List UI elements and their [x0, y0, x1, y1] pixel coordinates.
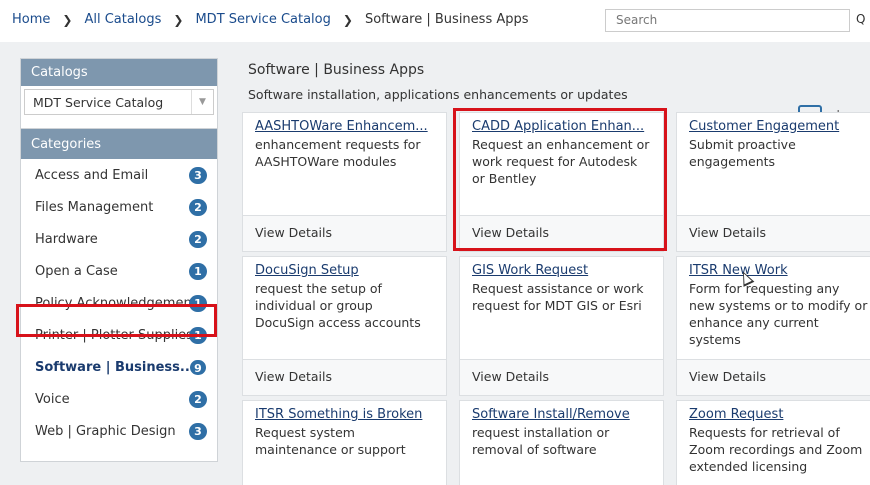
search-icon[interactable]: Q [849, 9, 870, 32]
catalog-card-gis-work-request[interactable]: GIS Work Request Request assistance or w… [459, 256, 664, 396]
category-count-badge: 1 [189, 295, 207, 312]
catalog-card-docusign[interactable]: DocuSign Setup request the setup of indi… [242, 256, 447, 396]
category-item-files-management[interactable]: Files Management 2 [21, 191, 217, 223]
chevron-right-icon: ❯ [173, 12, 184, 27]
page-title: Software | Business Apps [248, 62, 425, 78]
category-label: Open a Case [35, 263, 118, 279]
catalog-card-software-install-remove[interactable]: Software Install/Remove request installa… [459, 400, 664, 485]
category-count-badge: 2 [189, 231, 207, 248]
category-count-badge: 9 [189, 359, 207, 376]
catalog-card-zoom-request[interactable]: Zoom Request Requests for retrieval of Z… [676, 400, 870, 485]
breadcrumb-current: Software | Business Apps [364, 12, 529, 27]
card-description: enhancement requests for AASHTOWare modu… [255, 137, 421, 169]
category-label: Printer | Plotter Supplies [35, 327, 193, 343]
catalog-card-aashtoware[interactable]: AASHTOWare Enhancem... enhancement reque… [242, 112, 447, 252]
category-item-software-business-apps[interactable]: Software | Business... 9 [21, 351, 217, 383]
categories-panel: Categories Access and Email 3 Files Mana… [20, 128, 218, 462]
category-count-badge: 1 [189, 327, 207, 344]
chevron-right-icon: ❯ [62, 12, 73, 27]
breadcrumb-home[interactable]: Home [12, 12, 50, 27]
card-title[interactable]: DocuSign Setup [243, 257, 446, 278]
top-bar: Home ❯ All Catalogs ❯ MDT Service Catalo… [0, 0, 870, 42]
chevron-down-icon[interactable]: ▼ [191, 90, 213, 114]
card-description: Request system maintenance or support [255, 425, 406, 457]
catalog-card-customer-engagement[interactable]: Customer Engagement Submit proactive eng… [676, 112, 870, 252]
card-title[interactable]: GIS Work Request [460, 257, 663, 278]
category-item-access-and-email[interactable]: Access and Email 3 [21, 159, 217, 191]
view-details-button[interactable]: View Details [460, 215, 663, 251]
card-title[interactable]: CADD Application Enhan... [460, 113, 663, 134]
catalog-select[interactable]: MDT Service Catalog ▼ [24, 89, 214, 115]
card-description: Request assistance or work request for M… [472, 281, 644, 313]
breadcrumb-mdt-service-catalog[interactable]: MDT Service Catalog [195, 12, 330, 27]
category-label: Files Management [35, 199, 154, 215]
catalog-card-itsr-new-work[interactable]: ITSR New Work Form for requesting any ne… [676, 256, 870, 396]
category-count-badge: 2 [189, 199, 207, 216]
category-label: Web | Graphic Design [35, 423, 176, 439]
card-title[interactable]: Customer Engagement [677, 113, 870, 134]
category-item-voice[interactable]: Voice 2 [21, 383, 217, 415]
category-item-web-graphic-design[interactable]: Web | Graphic Design 3 [21, 415, 217, 447]
card-title[interactable]: Software Install/Remove [460, 401, 663, 422]
view-details-button[interactable]: View Details [677, 359, 870, 395]
chevron-right-icon: ❯ [342, 12, 353, 27]
view-details-button[interactable]: View Details [460, 359, 663, 395]
category-label: Policy Acknowledgement [35, 295, 197, 311]
view-details-button[interactable]: View Details [243, 215, 446, 251]
category-label: Access and Email [35, 167, 149, 183]
category-label: Hardware [35, 231, 98, 247]
breadcrumb-all-catalogs[interactable]: All Catalogs [84, 12, 161, 27]
category-label: Voice [35, 391, 70, 407]
card-description: Request an enhancement or work request f… [472, 137, 650, 186]
catalog-select-value: MDT Service Catalog [33, 94, 164, 110]
categories-heading: Categories [21, 129, 217, 159]
breadcrumb: Home ❯ All Catalogs ❯ MDT Service Catalo… [12, 12, 529, 27]
page-subtitle: Software installation, applications enha… [248, 87, 628, 102]
card-title[interactable]: AASHTOWare Enhancem... [243, 113, 446, 134]
view-details-button[interactable]: View Details [677, 215, 870, 251]
category-item-open-a-case[interactable]: Open a Case 1 [21, 255, 217, 287]
card-title[interactable]: Zoom Request [677, 401, 870, 422]
view-details-button[interactable]: View Details [243, 359, 446, 395]
category-count-badge: 3 [189, 423, 207, 440]
page-body: Catalogs MDT Service Catalog ▼ Categorie… [0, 42, 870, 485]
card-description: request installation or removal of softw… [472, 425, 610, 457]
category-count-badge: 1 [189, 263, 207, 280]
card-description: Form for requesting any new systems or t… [689, 281, 868, 347]
category-item-hardware[interactable]: Hardware 2 [21, 223, 217, 255]
card-description: Submit proactive engagements [689, 137, 796, 169]
category-label: Software | Business... [35, 359, 195, 375]
card-title[interactable]: ITSR Something is Broken [243, 401, 446, 422]
category-item-policy-acknowledgement[interactable]: Policy Acknowledgement 1 [21, 287, 217, 319]
category-item-printer-plotter-supplies[interactable]: Printer | Plotter Supplies 1 [21, 319, 217, 351]
catalog-card-itsr-something-broken[interactable]: ITSR Something is Broken Request system … [242, 400, 447, 485]
category-count-badge: 3 [189, 167, 207, 184]
card-title[interactable]: ITSR New Work [677, 257, 870, 278]
catalog-card-cadd[interactable]: CADD Application Enhan... Request an enh… [459, 112, 664, 252]
catalogs-heading: Catalogs [21, 59, 217, 86]
category-count-badge: 2 [189, 391, 207, 408]
card-description: request the setup of individual or group… [255, 281, 421, 330]
card-description: Requests for retrieval of Zoom recording… [689, 425, 863, 474]
search-input[interactable]: Search [605, 9, 849, 32]
